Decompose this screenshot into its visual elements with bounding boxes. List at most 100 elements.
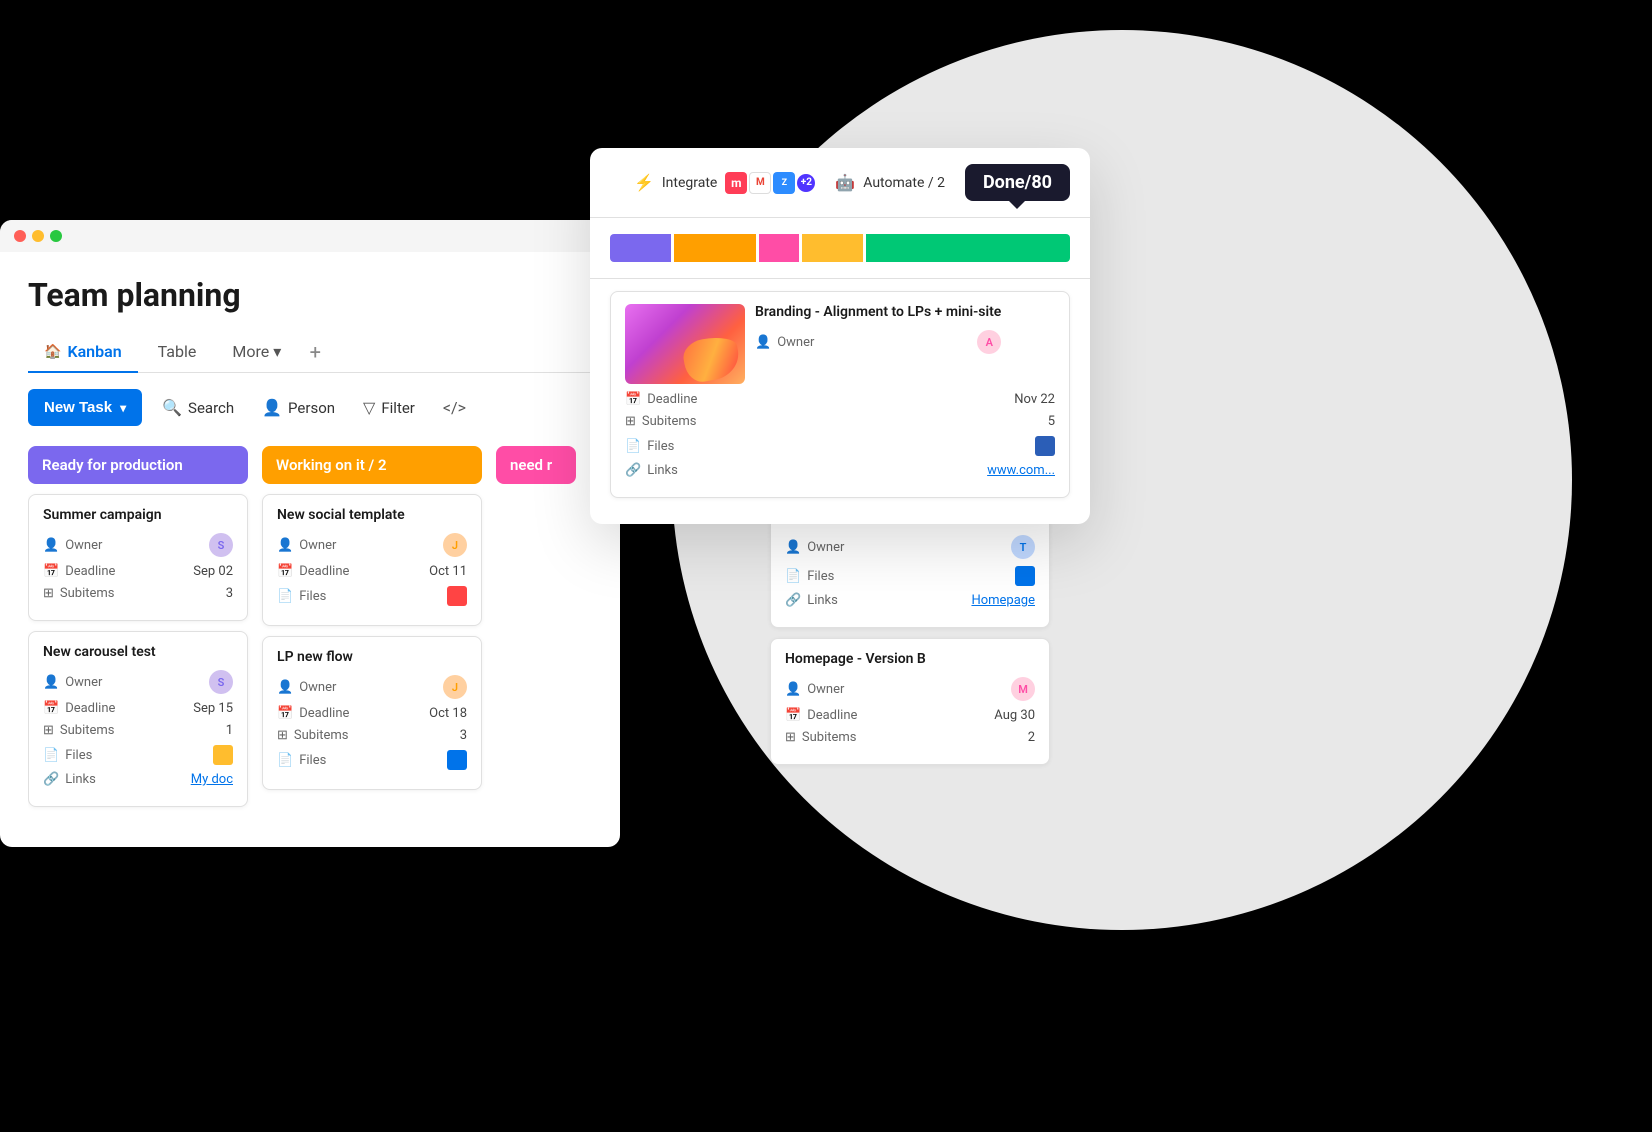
progress-bar-container bbox=[590, 218, 1090, 279]
progress-segment-purple bbox=[610, 234, 671, 262]
column-need-partial: need r bbox=[496, 446, 576, 817]
card-row-files: 📄 Files bbox=[43, 745, 233, 765]
app-content: Team planning 🏠 Kanban Table More ▾ + Ne… bbox=[0, 252, 620, 827]
calendar-icon: 📅 bbox=[43, 564, 59, 579]
tab-bar: 🏠 Kanban Table More ▾ + bbox=[28, 332, 592, 373]
card-summer-campaign[interactable]: Summer campaign 👤 Owner S 📅 Deadline bbox=[28, 494, 248, 621]
avatar: J bbox=[443, 533, 467, 557]
avatar: M bbox=[1011, 677, 1035, 701]
calendar-icon: 📅 bbox=[277, 564, 293, 579]
search-button[interactable]: 🔍 Search bbox=[154, 392, 242, 423]
files-icon: 📄 bbox=[277, 753, 293, 768]
card-social-template[interactable]: New social template 👤 Owner J 📅 Deadline bbox=[262, 494, 482, 626]
panel-header: ⚡ Integrate m M Z +2 🤖 Automate / 2 Done… bbox=[590, 148, 1090, 218]
panel-branding-card[interactable]: Branding - Alignment to LPs + mini-site … bbox=[610, 291, 1070, 498]
tab-more[interactable]: More ▾ bbox=[216, 332, 297, 373]
column-header-need: need r bbox=[496, 446, 576, 484]
card-row-owner: 👤 Owner J bbox=[277, 533, 467, 557]
card-row-owner: 👤 Owner M bbox=[785, 677, 1035, 701]
maximize-dot[interactable] bbox=[50, 230, 62, 242]
card-carousel-test[interactable]: New carousel test 👤 Owner S 📅 Deadline bbox=[28, 631, 248, 807]
plus-integrations-icon: +2 bbox=[797, 174, 815, 192]
progress-segment-pink bbox=[759, 234, 800, 262]
progress-segment-green bbox=[866, 234, 1070, 262]
card-row-subitems: ⊞ Subitems 2 bbox=[785, 730, 1035, 745]
card-row-subitems: ⊞ Subitems 5 bbox=[625, 414, 1055, 429]
file-attachment-icon bbox=[447, 750, 467, 770]
subitems-icon: ⊞ bbox=[43, 723, 54, 738]
card-row-owner: 👤 Owner S bbox=[43, 533, 233, 557]
column-working: Working on it / 2 New social template 👤 … bbox=[262, 446, 482, 817]
card-row-files: 📄 Files bbox=[277, 750, 467, 770]
card-row-files: 📄 Files bbox=[625, 436, 1055, 456]
calendar-icon: 📅 bbox=[785, 708, 801, 723]
avatar: T bbox=[1011, 535, 1035, 559]
subitems-icon: ⊞ bbox=[785, 730, 796, 745]
avatar: A bbox=[977, 330, 1001, 354]
card-homepage-b[interactable]: Homepage - Version B 👤 Owner M 📅 Deadlin… bbox=[770, 638, 1050, 765]
card-row-links: 🔗 Links Homepage bbox=[785, 593, 1035, 608]
titlebar bbox=[0, 220, 620, 252]
files-icon: 📄 bbox=[277, 589, 293, 604]
owner-icon: 👤 bbox=[43, 538, 59, 553]
integrate-button[interactable]: ⚡ Integrate m M Z +2 bbox=[634, 172, 815, 194]
subitems-icon: ⊞ bbox=[43, 586, 54, 601]
card-row-deadline: 📅 Deadline Aug 30 bbox=[785, 708, 1035, 723]
stats-panel: ⚡ Integrate m M Z +2 🤖 Automate / 2 Done… bbox=[590, 148, 1090, 524]
card-row-deadline: 📅 Deadline Sep 15 bbox=[43, 701, 233, 716]
minimize-dot[interactable] bbox=[32, 230, 44, 242]
link-icon: 🔗 bbox=[785, 593, 801, 608]
owner-icon: 👤 bbox=[755, 335, 771, 350]
card-row-deadline: 📅 Deadline Oct 11 bbox=[277, 564, 467, 579]
owner-icon: 👤 bbox=[785, 682, 801, 697]
page-title: Team planning bbox=[28, 276, 592, 314]
files-icon: 📄 bbox=[785, 569, 801, 584]
card-row-links: 🔗 Links www.com... bbox=[625, 463, 1055, 478]
close-dot[interactable] bbox=[14, 230, 26, 242]
new-task-button[interactable]: New Task ▾ bbox=[28, 389, 142, 426]
subitems-icon: ⊞ bbox=[277, 728, 288, 743]
card-row-subitems: ⊞ Subitems 3 bbox=[43, 586, 233, 601]
automate-button[interactable]: 🤖 Automate / 2 bbox=[835, 173, 945, 192]
done-badge: Done/80 bbox=[965, 164, 1070, 201]
code-icon: </> bbox=[443, 398, 466, 417]
zoom-icon: Z bbox=[773, 172, 795, 194]
card-row-files: 📄 Files bbox=[785, 566, 1035, 586]
card-row-deadline: 📅 Deadline Nov 22 bbox=[625, 392, 1055, 407]
progress-segment-yellow bbox=[802, 234, 863, 262]
code-button[interactable]: </> bbox=[435, 392, 474, 423]
integrate-icon: ⚡ bbox=[634, 173, 654, 192]
chevron-down-icon: ▾ bbox=[273, 342, 281, 361]
card-row-subitems: ⊞ Subitems 1 bbox=[43, 723, 233, 738]
calendar-icon: 📅 bbox=[43, 701, 59, 716]
kanban-board: Ready for production Summer campaign 👤 O… bbox=[28, 446, 592, 827]
card-row-owner: 👤 Owner A bbox=[755, 330, 1001, 354]
tab-table[interactable]: Table bbox=[142, 332, 213, 373]
owner-icon: 👤 bbox=[43, 675, 59, 690]
subitems-icon: ⊞ bbox=[625, 414, 636, 429]
chevron-down-icon: ▾ bbox=[120, 401, 126, 415]
card-row-deadline: 📅 Deadline Sep 02 bbox=[43, 564, 233, 579]
add-tab-button[interactable]: + bbox=[301, 338, 329, 366]
card-row-owner: 👤 Owner S bbox=[43, 670, 233, 694]
avatar: J bbox=[443, 675, 467, 699]
file-attachment-icon bbox=[1035, 436, 1055, 456]
filter-button[interactable]: ▽ Filter bbox=[355, 392, 423, 423]
card-row-files: 📄 Files bbox=[277, 586, 467, 606]
card-lp-new-flow[interactable]: LP new flow 👤 Owner J 📅 Deadline bbox=[262, 636, 482, 790]
card-row-subitems: ⊞ Subitems 3 bbox=[277, 728, 467, 743]
home-icon: 🏠 bbox=[44, 344, 61, 360]
calendar-icon: 📅 bbox=[625, 392, 641, 407]
owner-icon: 👤 bbox=[277, 680, 293, 695]
person-icon: 👤 bbox=[262, 398, 282, 417]
card-row-links: 🔗 Links My doc bbox=[43, 772, 233, 787]
files-icon: 📄 bbox=[625, 439, 641, 454]
search-icon: 🔍 bbox=[162, 398, 182, 417]
card-row-owner: 👤 Owner J bbox=[277, 675, 467, 699]
avatar: S bbox=[209, 670, 233, 694]
owner-icon: 👤 bbox=[277, 538, 293, 553]
toolbar: New Task ▾ 🔍 Search 👤 Person ▽ Filter </… bbox=[28, 389, 592, 426]
card-row-deadline: 📅 Deadline Oct 18 bbox=[277, 706, 467, 721]
tab-kanban[interactable]: 🏠 Kanban bbox=[28, 332, 138, 373]
person-button[interactable]: 👤 Person bbox=[254, 392, 343, 423]
